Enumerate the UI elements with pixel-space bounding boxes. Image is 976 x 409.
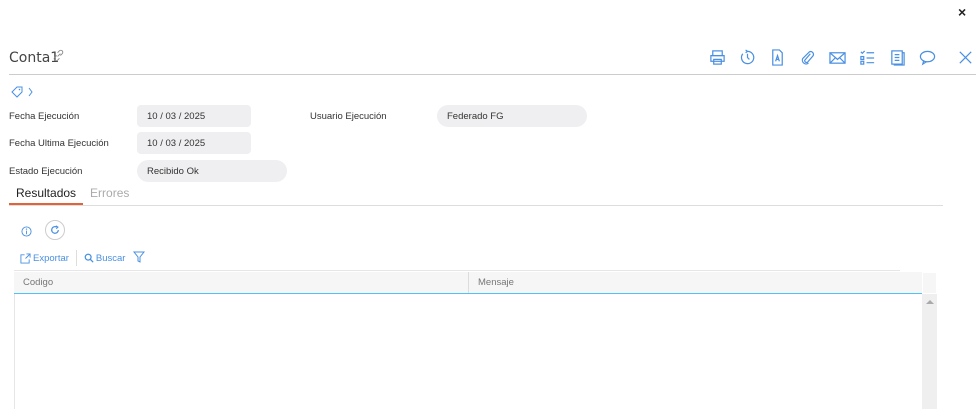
- grid-actions: Exportar Buscar: [20, 250, 146, 266]
- day: 10: [147, 110, 158, 122]
- search-button[interactable]: Buscar: [84, 252, 126, 264]
- comment-icon[interactable]: [918, 48, 937, 67]
- fecha-ejecucion-label: Fecha Ejecución: [9, 111, 80, 122]
- fecha-ultima-label: Fecha Ultima Ejecución: [9, 138, 109, 149]
- usuario-label: Usuario Ejecución: [310, 111, 387, 122]
- scroll-up-arrow-icon[interactable]: [925, 300, 934, 304]
- filter-icon[interactable]: [133, 251, 146, 266]
- grid-header: Codigo Mensaje: [14, 272, 922, 294]
- year: 2025: [184, 110, 206, 122]
- link-icon[interactable]: [52, 49, 65, 65]
- fecha-ultima-input[interactable]: 10 / 03 / 2025: [137, 132, 251, 154]
- sep: /: [178, 110, 182, 122]
- report-icon[interactable]: [888, 48, 907, 67]
- tabs: Resultados Errores: [9, 184, 943, 206]
- close-icon[interactable]: [956, 48, 975, 67]
- usuario-input[interactable]: Federado FG: [437, 105, 587, 127]
- export-label: Exportar: [33, 252, 69, 264]
- refresh-icon: [51, 225, 59, 234]
- mail-icon[interactable]: [828, 48, 847, 67]
- tab-errores[interactable]: Errores: [83, 184, 136, 205]
- print-icon[interactable]: [708, 48, 727, 67]
- month: 03: [165, 110, 177, 122]
- scrollbar-corner: [922, 272, 937, 294]
- search-icon: [84, 253, 94, 263]
- search-label: Buscar: [95, 252, 126, 264]
- usuario-value: Federado FG: [447, 110, 504, 122]
- info-icon[interactable]: [21, 224, 32, 242]
- year: 2025: [184, 137, 206, 149]
- column-header-codigo[interactable]: Codigo: [14, 272, 469, 293]
- document-icon[interactable]: [768, 48, 787, 67]
- checklist-icon[interactable]: [858, 48, 877, 67]
- history-icon[interactable]: [738, 48, 757, 67]
- grid-left-border: [14, 294, 15, 409]
- estado-value: Recibido Ok: [147, 165, 199, 177]
- divider: [75, 250, 77, 266]
- day: 10: [147, 137, 158, 149]
- sep: /: [160, 137, 163, 149]
- tag-icon[interactable]: [11, 85, 37, 103]
- refresh-button[interactable]: [45, 220, 65, 240]
- sep: /: [178, 137, 182, 149]
- vertical-scrollbar[interactable]: [922, 272, 937, 409]
- header-divider: [9, 74, 976, 75]
- sep: /: [160, 110, 163, 122]
- grid-top-border: [14, 270, 900, 271]
- toolbar: [708, 48, 975, 67]
- column-header-mensaje[interactable]: Mensaje: [469, 272, 523, 293]
- attachment-icon[interactable]: [798, 48, 817, 67]
- window-close-button[interactable]: ×: [958, 4, 966, 20]
- estado-label: Estado Ejecución: [9, 166, 83, 177]
- month: 03: [165, 137, 177, 149]
- export-icon: [20, 252, 31, 264]
- export-button[interactable]: Exportar: [20, 253, 69, 264]
- estado-input[interactable]: Recibido Ok: [137, 160, 287, 182]
- fecha-ejecucion-input[interactable]: 10 / 03 / 2025: [137, 105, 251, 127]
- tab-resultados[interactable]: Resultados: [9, 184, 84, 205]
